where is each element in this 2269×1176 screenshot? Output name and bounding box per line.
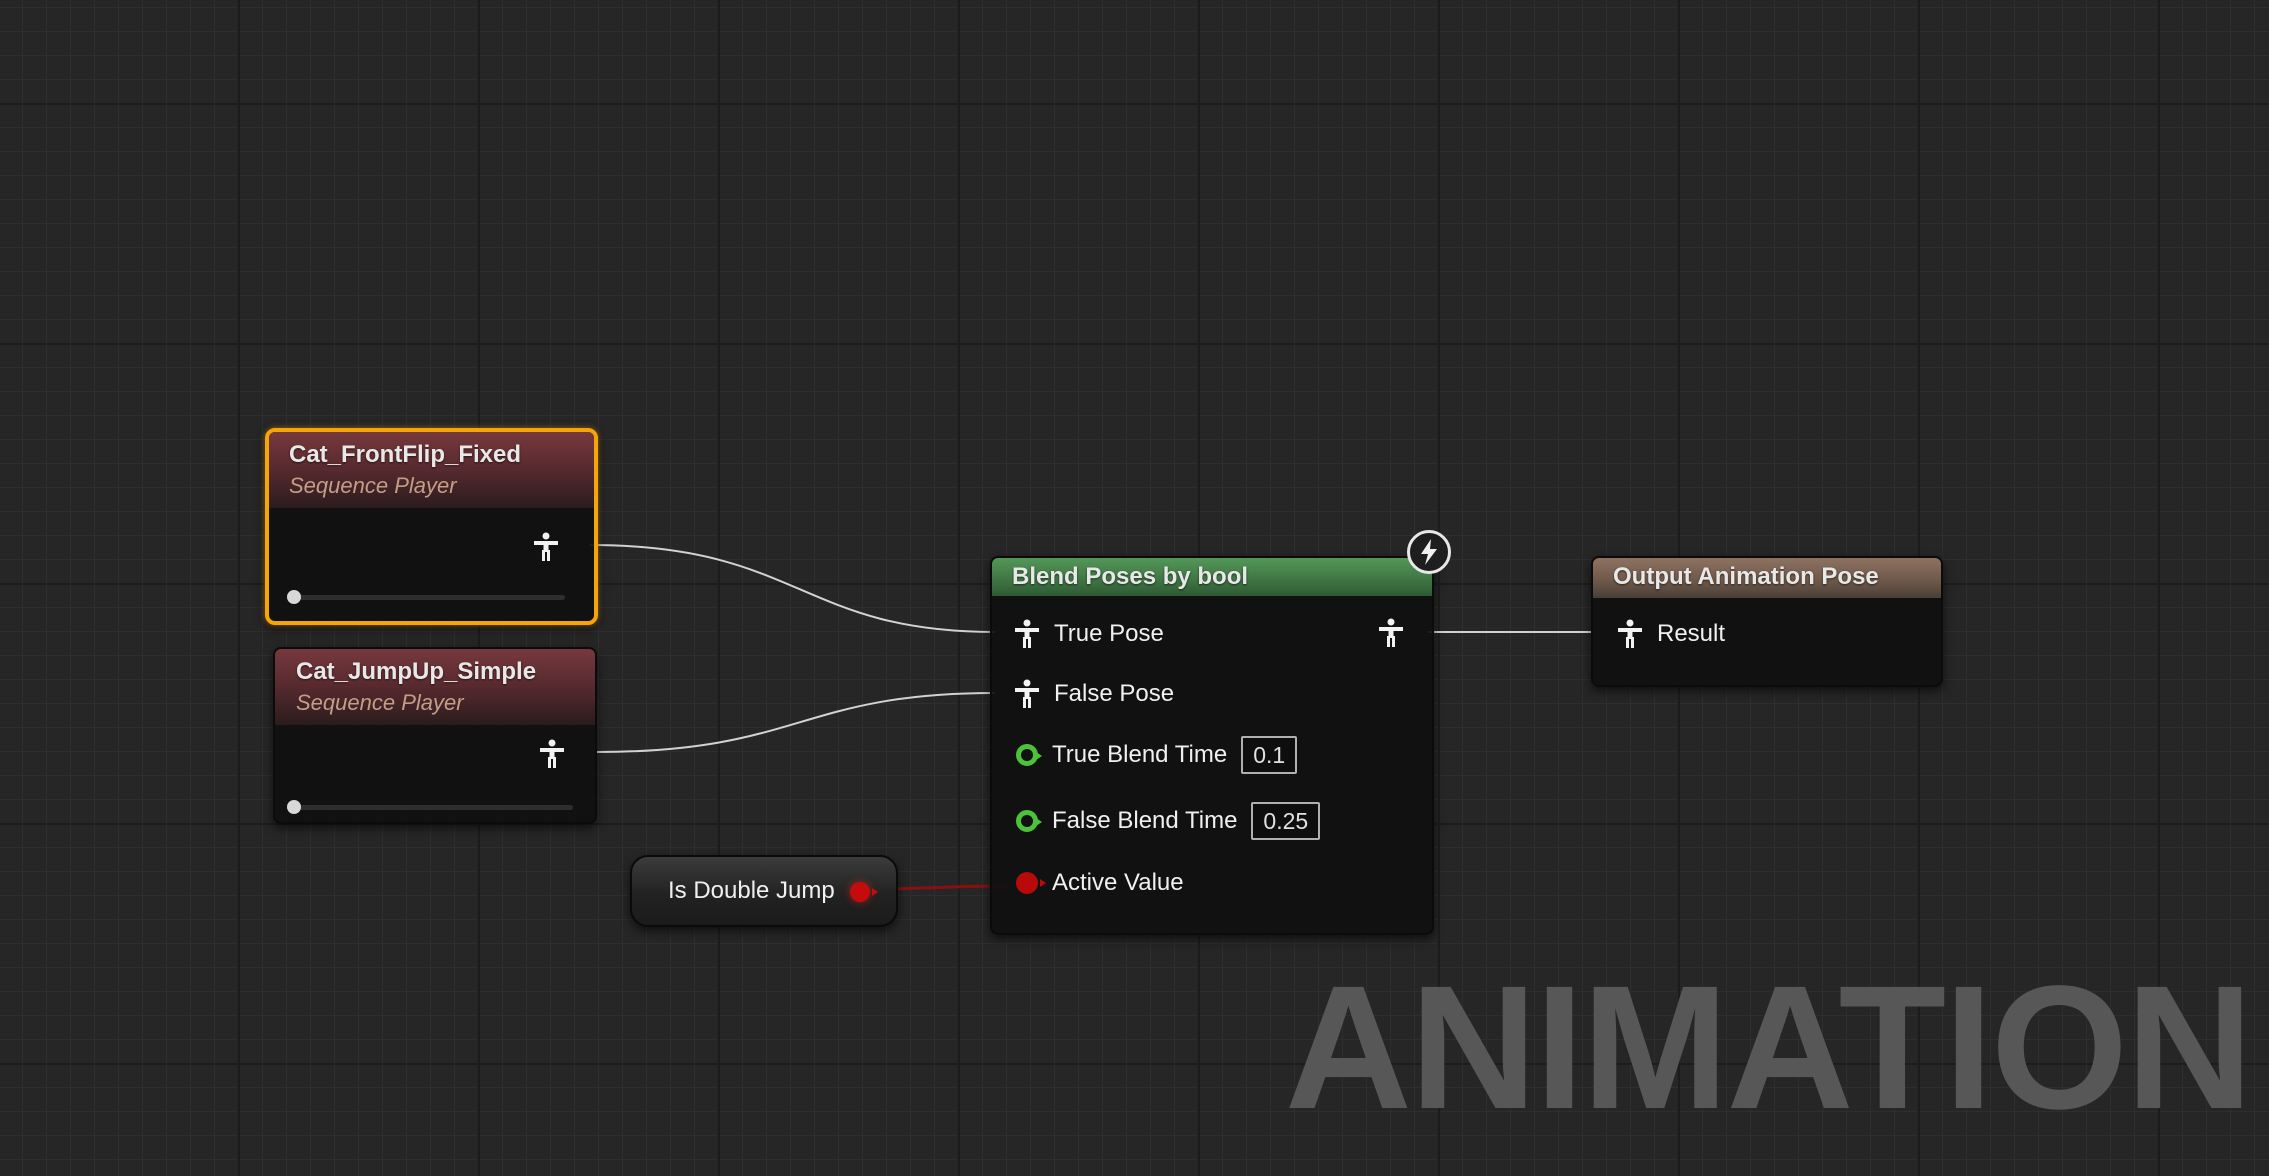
graph-type-watermark: ANIMATION [1284, 950, 2253, 1146]
playback-slider[interactable] [287, 590, 565, 604]
wire-frontflip-to-true-pose[interactable] [589, 544, 996, 633]
pose-figure-icon [540, 739, 564, 768]
pin-false-pose[interactable]: False Pose [1014, 677, 1174, 711]
false-blend-time-input[interactable]: 0.25 [1251, 802, 1321, 840]
output-animation-pose-node[interactable]: Output Animation Pose Result [1591, 556, 1943, 687]
node-title: Cat_JumpUp_Simple [296, 658, 537, 685]
bool-pin-icon[interactable] [1016, 872, 1046, 894]
pin-label: True Blend Time [1052, 741, 1228, 768]
pose-output-pin[interactable] [533, 532, 559, 562]
lightning-bolt-icon [1421, 539, 1437, 565]
pose-output-pin[interactable] [1378, 618, 1404, 648]
true-blend-time-input[interactable]: 0.1 [1241, 736, 1298, 774]
pose-figure-icon [1015, 679, 1039, 708]
fast-path-indicator [1407, 530, 1451, 574]
pose-figure-icon [1379, 618, 1403, 647]
sequence-player-node-frontflip[interactable]: Cat_FrontFlip_Fixed Sequence Player [265, 428, 598, 625]
pin-label: True Pose [1054, 620, 1164, 647]
playback-slider-knob[interactable] [287, 800, 301, 814]
pin-true-pose[interactable]: True Pose [1014, 617, 1164, 651]
pose-figure-icon [1015, 619, 1039, 648]
pose-figure-icon [534, 532, 558, 561]
node-subtitle: Sequence Player [296, 690, 464, 715]
pose-figure-icon [1618, 619, 1642, 648]
node-header: Cat_FrontFlip_Fixed Sequence Player [269, 432, 594, 508]
playback-slider[interactable] [287, 800, 573, 814]
node-title: Blend Poses by bool [1012, 563, 1249, 590]
node-header: Cat_JumpUp_Simple Sequence Player [275, 649, 595, 725]
variable-label: Is Double Jump [668, 877, 835, 904]
pin-true-blend-time[interactable]: True Blend Time 0.1 [1016, 736, 1298, 774]
pin-label: False Blend Time [1052, 807, 1238, 834]
node-header: Output Animation Pose [1593, 558, 1941, 598]
playback-slider-knob[interactable] [287, 590, 301, 604]
pin-label: False Pose [1054, 680, 1175, 707]
variable-node-is-double-jump[interactable]: Is Double Jump [630, 855, 898, 927]
float-pin-icon[interactable] [1016, 744, 1042, 766]
node-title: Output Animation Pose [1613, 563, 1879, 590]
bool-output-pin[interactable] [850, 882, 878, 902]
pin-active-value[interactable]: Active Value [1016, 866, 1184, 900]
pin-result[interactable]: Result [1617, 617, 1725, 651]
wire-jumpup-to-false-pose[interactable] [596, 692, 996, 753]
pose-output-pin[interactable] [539, 739, 565, 769]
float-pin-icon[interactable] [1016, 810, 1042, 832]
node-subtitle: Sequence Player [289, 473, 457, 498]
node-title: Cat_FrontFlip_Fixed [289, 441, 522, 468]
pin-label: Result [1657, 620, 1726, 647]
node-header: Blend Poses by bool [992, 558, 1432, 596]
pin-label: Active Value [1052, 869, 1184, 896]
blend-poses-by-bool-node[interactable]: Blend Poses by bool True Pose False Pose… [990, 556, 1434, 935]
sequence-player-node-jumpup[interactable]: Cat_JumpUp_Simple Sequence Player [273, 647, 597, 824]
pin-false-blend-time[interactable]: False Blend Time 0.25 [1016, 802, 1321, 840]
